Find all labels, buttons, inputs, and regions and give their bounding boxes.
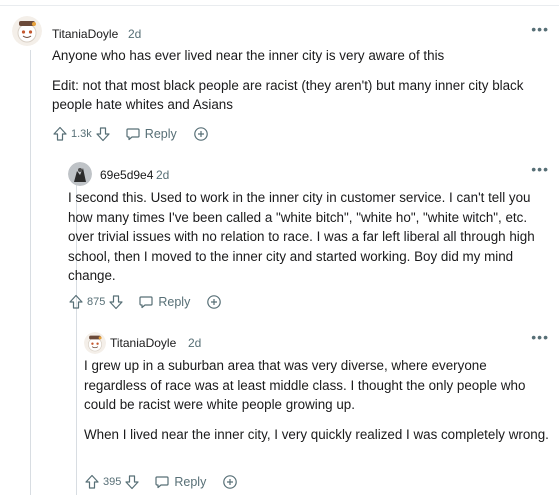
comment-header: 69e5d9e4 2d •••	[58, 160, 559, 190]
snoo-avatar-icon[interactable]	[12, 16, 42, 46]
comment-actions: 1.3k Reply	[52, 124, 209, 144]
upvote-icon[interactable]	[52, 126, 68, 142]
more-options-icon[interactable]: •••	[531, 330, 549, 344]
reply-button[interactable]: Reply	[154, 474, 206, 490]
reply-icon	[155, 476, 169, 489]
vote-score: 395	[103, 476, 122, 488]
comment-paragraph: Edit: not that most black people are rac…	[52, 77, 524, 113]
reply-icon	[139, 296, 153, 309]
comment-body: Anyone who has ever lived near the inner…	[52, 46, 548, 125]
snoo-avatar-icon[interactable]	[84, 332, 106, 354]
more-options-icon[interactable]: •••	[531, 22, 549, 36]
reply-label: Reply	[144, 127, 177, 141]
vote-score: 875	[87, 296, 106, 308]
reply-label: Reply	[174, 475, 207, 489]
comment: TitaniaDoyle 2d ••• Anyone who has ever …	[0, 10, 559, 142]
comment-paragraph: Anyone who has ever lived near the inner…	[52, 48, 445, 63]
vote-control: 875	[68, 294, 124, 310]
reply-button[interactable]: Reply	[138, 294, 190, 310]
upvote-icon[interactable]	[68, 294, 84, 310]
vote-control: 395	[84, 474, 140, 490]
timestamp[interactable]: 2d	[128, 27, 141, 41]
award-icon[interactable]	[193, 126, 209, 142]
comment: TitaniaDoyle 2d ••• I grew up in a subur…	[76, 330, 559, 490]
timestamp[interactable]: 2d	[156, 168, 169, 182]
reply-icon	[126, 128, 140, 141]
comment-paragraph: When I lived near the inner city, I very…	[84, 426, 549, 442]
comment-actions: 395 Reply	[84, 472, 238, 492]
comment-paragraph: I grew up in a suburban area that was ve…	[84, 358, 526, 412]
username[interactable]: TitaniaDoyle	[52, 27, 118, 41]
reply-label: Reply	[158, 295, 191, 309]
timestamp[interactable]: 2d	[188, 336, 201, 350]
award-icon[interactable]	[206, 294, 222, 310]
downvote-icon[interactable]	[95, 126, 111, 142]
comment-paragraph: I second this. Used to work in the inner…	[68, 190, 535, 283]
thread-line[interactable]	[30, 50, 31, 495]
top-divider	[0, 0, 559, 6]
user-avatar-icon[interactable]	[68, 162, 92, 186]
reply-button[interactable]: Reply	[125, 126, 177, 142]
vote-control: 1.3k	[52, 126, 111, 142]
username[interactable]: TitaniaDoyle	[110, 336, 176, 350]
comment-header: TitaniaDoyle 2d •••	[0, 10, 559, 46]
vote-score: 1.3k	[71, 128, 92, 140]
username[interactable]: 69e5d9e4	[100, 168, 153, 182]
comment: 69e5d9e4 2d ••• I second this. Used to w…	[58, 160, 559, 310]
upvote-icon[interactable]	[84, 474, 100, 490]
comment-body: I grew up in a suburban area that was ve…	[84, 356, 552, 454]
comment-body: I second this. Used to work in the inner…	[68, 188, 552, 296]
award-icon[interactable]	[222, 474, 238, 490]
more-options-icon[interactable]: •••	[531, 162, 549, 176]
comment-actions: 875 Reply	[68, 292, 222, 312]
downvote-icon[interactable]	[108, 294, 124, 310]
downvote-icon[interactable]	[124, 474, 140, 490]
